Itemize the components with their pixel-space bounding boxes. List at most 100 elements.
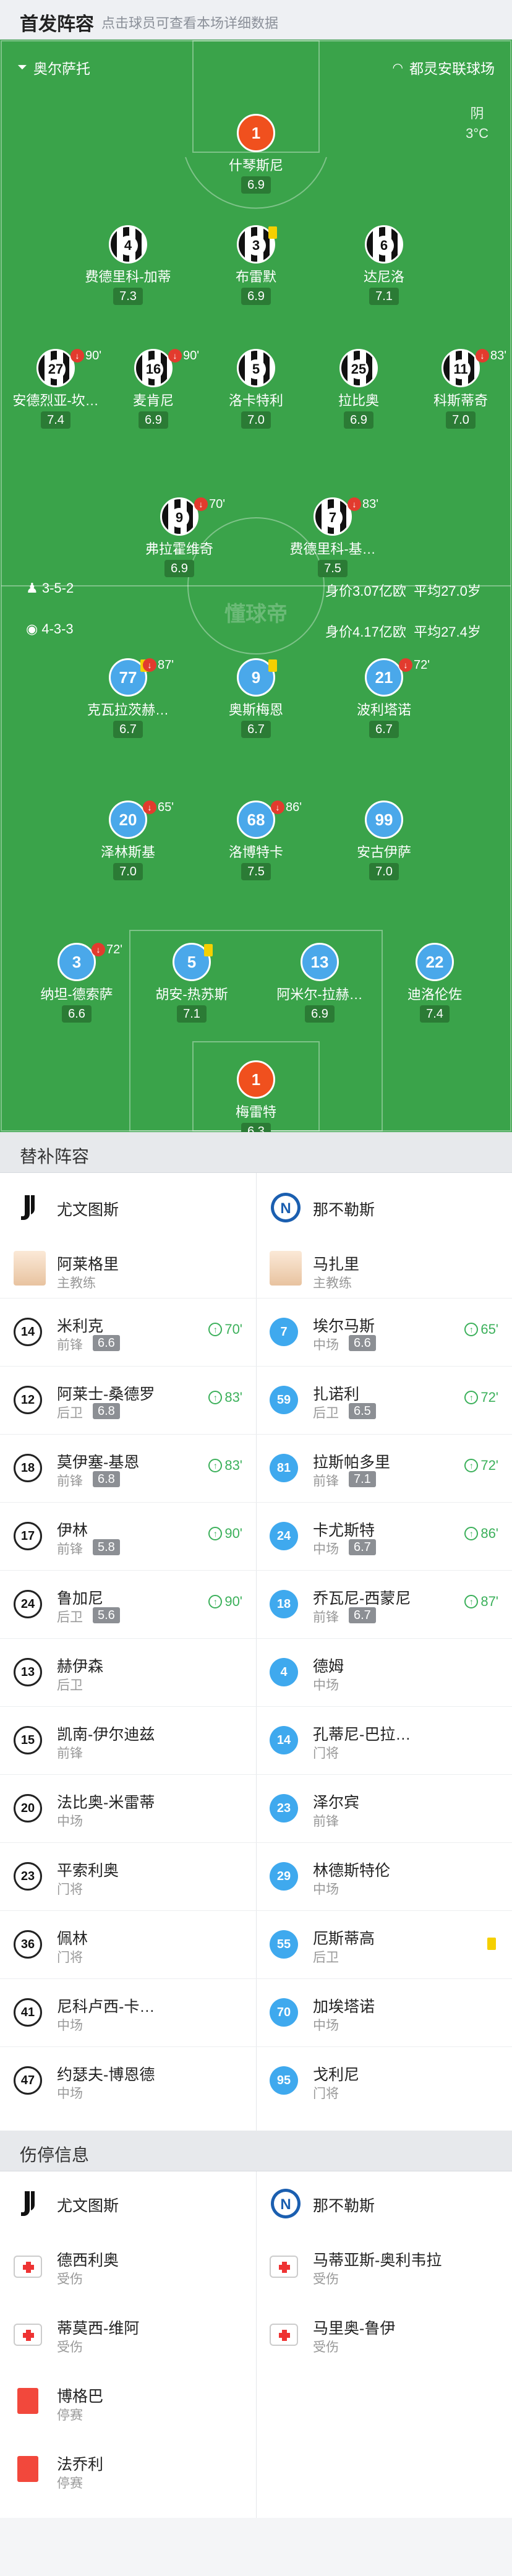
stadium-icon: ◠ [392,61,403,75]
sub-player-name: 尼科卢西-卡… [57,1998,155,2016]
sub-minute: 87' [158,658,174,672]
sub-player-row[interactable]: 95 戈利尼 门将 [256,2054,512,2107]
sub-player-row[interactable]: 70 加埃塔诺 中场 [256,1986,512,2039]
injury-row[interactable]: 博格巴 停赛 [0,2376,256,2429]
sub-in-icon: ↑ [208,1595,223,1608]
injury-status: 受伤 [57,2272,83,2286]
shirt-number-icon: 36 [14,1930,42,1959]
injury-home-header: 尤文图斯 [0,2178,256,2231]
sub-in-icon: ↑ [208,1323,223,1336]
shirt-number: 7 [323,508,343,528]
player-n9[interactable]: 9 奥斯梅恩 6.7 [188,658,324,738]
page-subtitle: 点击球员可查看本场详细数据 [101,15,279,31]
shirt-number-icon: 70 [270,1998,298,2027]
player-n77[interactable]: 77 ↓ 87' 克瓦拉茨赫… 6.7 [60,658,196,738]
sub-player-name: 乔瓦尼-西蒙尼 [313,1590,411,1607]
sub-player-row[interactable]: 7 埃尔马斯 中场 6.6 ↑ 65' [256,1305,512,1359]
coach-home[interactable]: 阿莱格里 主教练 [0,1243,256,1297]
sub-in-icon: ↑ [464,1459,479,1472]
player-n68[interactable]: 68 ↓ 86' 洛博特卡 7.5 [188,801,324,880]
sub-in-minute: ↑ 83' [208,1389,242,1406]
player-name: 达尼洛 [363,269,404,285]
player-n1[interactable]: 1 梅雷特 6.3 [188,1060,324,1132]
injury-row[interactable]: 蒂莫西-维阿 受伤 [0,2308,256,2361]
player-n99[interactable]: 99 安古伊萨 7.0 [316,801,452,880]
player-p1[interactable]: 1 什琴斯尼 6.9 [188,114,324,194]
sub-in-minute: ↑ 72' [464,1389,498,1406]
shirt-number-icon: 4 [270,1658,298,1686]
shirt-number-icon: 12 [14,1386,42,1414]
shirt-number-icon: 18 [14,1454,42,1482]
player-name: 科斯蒂奇 [433,393,488,408]
sub-player-row[interactable]: 4 德姆 中场 [256,1646,512,1699]
sub-player-row[interactable]: 24 鲁加尼 后卫 5.6 ↑ 90' [0,1578,256,1631]
sub-player-name: 赫伊森 [57,1658,104,1675]
sub-player-position: 中场 [313,2019,339,2033]
injury-row[interactable]: 马蒂亚斯-奥利韦拉 受伤 [256,2239,512,2293]
sub-player-name: 拉斯帕多里 [313,1454,391,1471]
sub-player-row[interactable]: 13 赫伊森 后卫 [0,1646,256,1699]
sub-player-row[interactable]: 14 米利克 前锋 6.6 ↑ 70' [0,1305,256,1359]
sub-player-row[interactable]: 36 佩林 门将 [0,1918,256,1971]
sub-player-row[interactable]: 23 平索利奥 门将 [0,1850,256,1903]
pitch: 懂球帝 ⏷ 奥尔萨托 ◠ 都灵安联球场 阴 3°C ♟ 3-5-2 身价3.07… [0,40,512,1132]
sub-player-rating: 6.6 [349,1335,376,1351]
shirt-number-icon: 59 [270,1386,298,1414]
sub-player-row[interactable]: 23 泽尔宾 前锋 [256,1782,512,1835]
sub-player-row[interactable]: 15 凯南-伊尔迪兹 前锋 [0,1714,256,1767]
shirt-icon: 25 [339,349,378,387]
player-n22[interactable]: 22 迪洛伦佐 7.4 [367,943,503,1023]
player-p7[interactable]: 7 ↓ 83' 费德里科-基… 7.5 [265,497,401,577]
shirt-number-icon: 24 [14,1590,42,1618]
sub-player-row[interactable]: 14 孔蒂尼-巴拉… 门将 [256,1714,512,1767]
injury-away-header: N 那不勒斯 [256,2178,512,2231]
injury-row[interactable]: 法乔利 停赛 [0,2444,256,2497]
sub-player-name: 法比奥-米雷蒂 [57,1794,155,1811]
watermark: 懂球帝 [224,603,288,626]
sub-player-name: 厄斯蒂高 [313,1930,375,1947]
sub-player-row[interactable]: 24 卡尤斯特 中场 6.7 ↑ 86' [256,1509,512,1563]
player-p3[interactable]: 3 布雷默 6.9 [188,225,324,305]
referee: ⏷ 奥尔萨托 [17,60,90,77]
sub-player-row[interactable]: 18 莫伊塞-基恩 前锋 6.8 ↑ 83' [0,1441,256,1495]
sub-player-position: 中场 [57,1814,83,1829]
shirt-number: 1 [251,124,261,142]
player-p9[interactable]: 9 ↓ 70' 弗拉霍维奇 6.9 [111,497,247,577]
sub-player-row[interactable]: 47 约瑟夫-博恩德 中场 [0,2054,256,2107]
shirt-number: 27 [46,359,66,379]
row-divider [0,1298,512,1299]
sub-minute: 72' [106,943,123,956]
shirt-number-icon: 41 [14,1998,42,2027]
sub-player-row[interactable]: 18 乔瓦尼-西蒙尼 前锋 6.7 ↑ 87' [256,1578,512,1631]
sub-player-row[interactable]: 29 林德斯特伦 中场 [256,1850,512,1903]
player-p6[interactable]: 6 达尼洛 7.1 [316,225,452,305]
sub-player-row[interactable]: 12 阿莱士-桑德罗 后卫 6.8 ↑ 83' [0,1373,256,1427]
injury-row[interactable]: 德西利奥 受伤 [0,2239,256,2293]
sub-player-row[interactable]: 81 拉斯帕多里 前锋 7.1 ↑ 72' [256,1441,512,1495]
sub-player-position: 后卫 [57,1678,83,1693]
shirt-number: 6 [374,236,394,255]
player-n5[interactable]: 5 胡安-热苏斯 7.1 [124,943,260,1023]
sub-player-row[interactable]: 59 扎诺利 后卫 6.5 ↑ 72' [256,1373,512,1427]
sub-player-row[interactable]: 17 伊林 前锋 5.8 ↑ 90' [0,1509,256,1563]
sub-player-row[interactable]: 55 厄斯蒂高 后卫 [256,1918,512,1971]
injury-row[interactable]: 马里奥-鲁伊 受伤 [256,2308,512,2361]
sub-in-minute: ↑ 86' [464,1526,498,1542]
player-n20[interactable]: 20 ↓ 65' 泽林斯基 7.0 [60,801,196,880]
shirt-number: 1 [251,1070,261,1089]
coach-away[interactable]: 马扎里 主教练 [256,1243,512,1297]
sub-player-position: 中场 [313,1678,339,1693]
player-rating: 6.3 [241,1123,271,1132]
player-p11[interactable]: 11 ↓ 83' 科斯蒂奇 7.0 [393,349,512,429]
row-divider [0,1570,512,1571]
sub-out-icon: ↓ [168,349,182,363]
sub-minute: 86' [286,801,302,814]
sub-player-row[interactable]: 20 法比奥-米雷蒂 中场 [0,1782,256,1835]
yellow-card-icon [268,659,277,672]
shirt-number-icon: 14 [14,1318,42,1346]
player-n21[interactable]: 21 ↓ 72' 波利塔诺 6.7 [316,658,452,738]
player-p4[interactable]: 4 费德里科-加蒂 7.3 [60,225,196,305]
sub-player-position: 前锋 [57,1338,83,1352]
sub-player-row[interactable]: 41 尼科卢西-卡… 中场 [0,1986,256,2039]
player-rating: 7.5 [241,863,271,880]
